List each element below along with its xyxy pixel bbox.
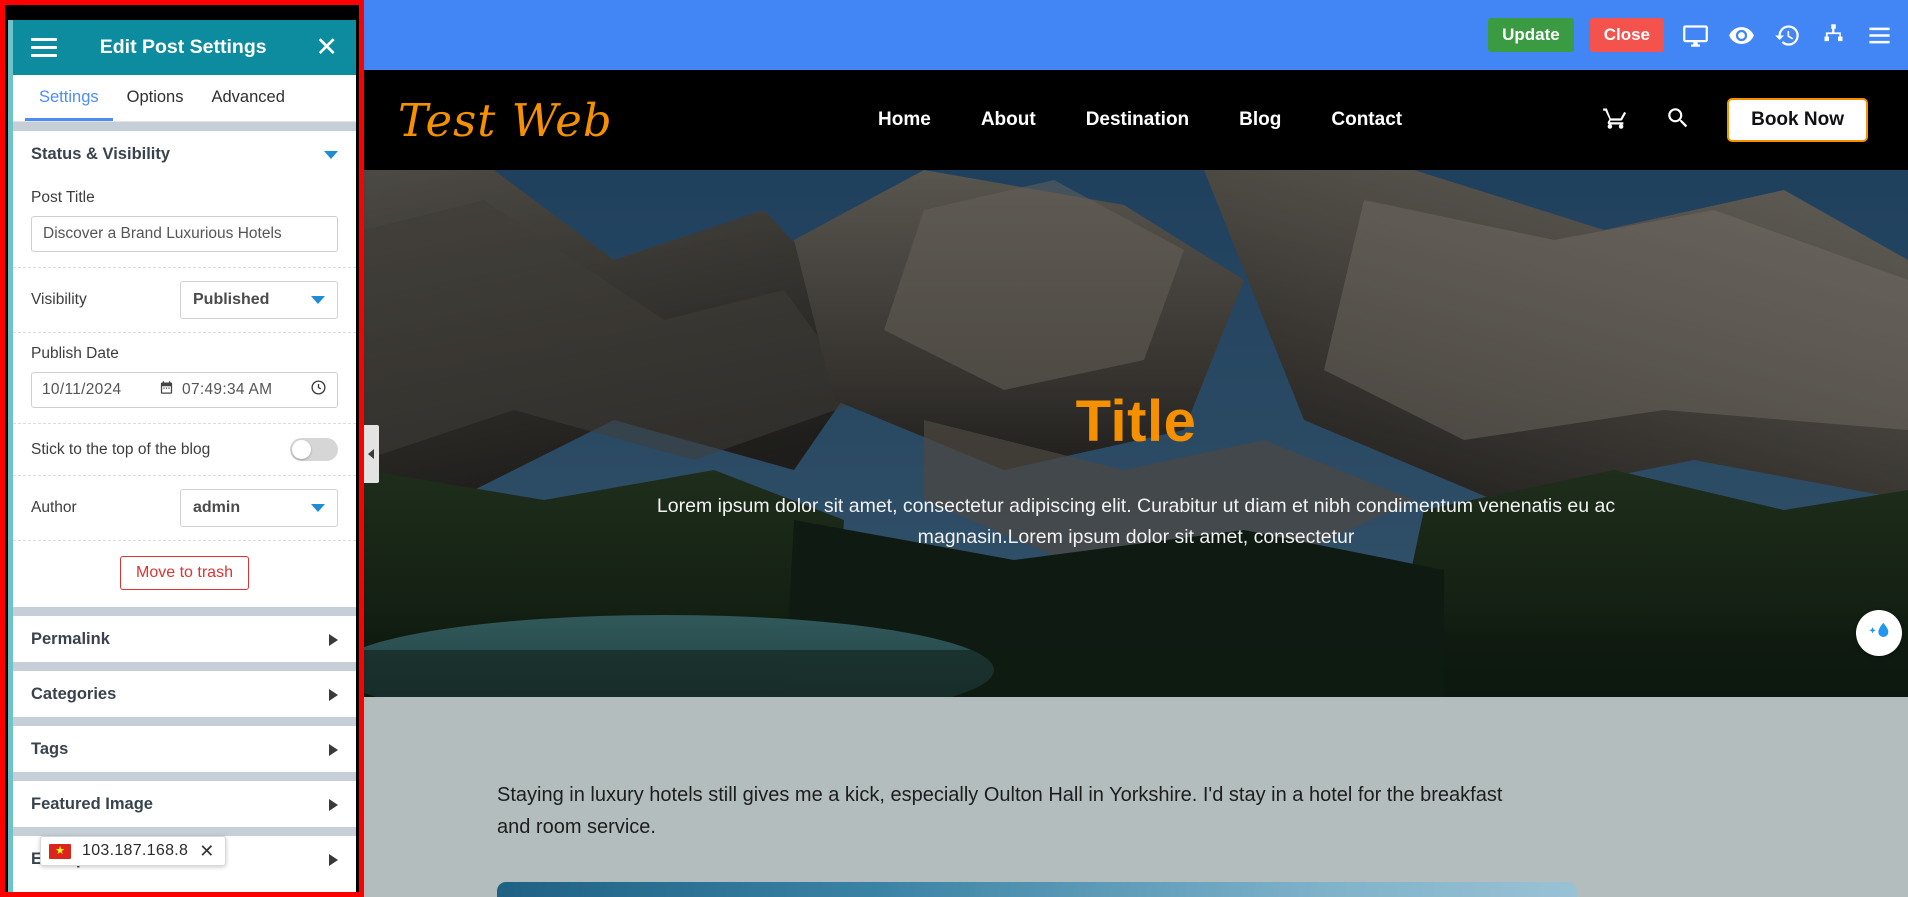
eye-icon[interactable] (1726, 20, 1756, 50)
desktop-icon[interactable] (1680, 20, 1710, 50)
section-categories[interactable]: Categories (13, 662, 356, 717)
site-navigation: Test Web Home About Destination Blog Con… (364, 70, 1908, 170)
chevron-left-icon (367, 449, 374, 459)
post-paragraph: Staying in luxury hotels still gives me … (497, 784, 1503, 839)
sitemap-icon[interactable] (1818, 20, 1848, 50)
section-title: Tags (31, 740, 69, 758)
close-button[interactable]: Close (1589, 18, 1664, 52)
visibility-value: Published (193, 291, 270, 308)
publish-date-label: Publish Date (31, 345, 119, 362)
publish-date-input[interactable]: 10/11/2024 07:49:34 AM (31, 372, 338, 408)
chevron-down-icon (311, 504, 325, 512)
clock-icon[interactable] (310, 379, 327, 401)
publish-date-value: 10/11/2024 (42, 381, 122, 398)
update-button[interactable]: Update (1488, 18, 1574, 52)
sticky-post-field: Stick to the top of the blog (13, 424, 356, 476)
section-permalink[interactable]: Permalink (13, 607, 356, 662)
tab-options[interactable]: Options (113, 75, 198, 121)
nav-actions: Book Now (1602, 98, 1868, 142)
panel-title: Edit Post Settings (99, 36, 267, 58)
site-logo[interactable]: Test Web (398, 94, 613, 147)
author-value: admin (193, 499, 241, 516)
move-to-trash-button[interactable]: Move to trash (120, 556, 249, 590)
tab-settings[interactable]: Settings (25, 75, 113, 121)
nav-item-contact[interactable]: Contact (1331, 109, 1402, 131)
hero-content: Title Lorem ipsum dolor sit amet, consec… (364, 170, 1908, 554)
section-title: Status & Visibility (31, 145, 171, 163)
visibility-field: Visibility Published (13, 268, 356, 333)
section-title: Featured Image (31, 795, 153, 813)
panel-collapse-handle[interactable] (362, 425, 379, 483)
chevron-down-icon (324, 150, 338, 159)
section-status-visibility[interactable]: Status & Visibility (13, 122, 356, 177)
nav-item-home[interactable]: Home (878, 109, 931, 131)
move-to-trash-row: Move to trash (13, 541, 356, 607)
search-icon[interactable] (1665, 105, 1691, 136)
nav-links: Home About Destination Blog Contact (878, 109, 1402, 131)
website-preview: Update Close Test Web Home About Destina… (364, 0, 1908, 897)
hamburger-menu-icon[interactable] (1864, 20, 1894, 50)
hero-section: Title Lorem ipsum dolor sit amet, consec… (364, 170, 1908, 697)
revision-history-icon[interactable] (1772, 20, 1802, 50)
post-title-input[interactable] (31, 216, 338, 252)
post-title-field: Post Title (13, 177, 356, 268)
chevron-right-icon (329, 853, 338, 866)
section-featured-image[interactable]: Featured Image (13, 772, 356, 827)
section-tags[interactable]: Tags (13, 717, 356, 772)
post-image-placeholder (497, 881, 1577, 897)
ip-address-text: 103.187.168.8 (82, 842, 189, 859)
post-title-label: Post Title (31, 189, 95, 206)
hero-title: Title (1075, 389, 1197, 454)
visibility-label: Visibility (31, 291, 87, 308)
book-now-button[interactable]: Book Now (1727, 98, 1868, 142)
publish-time-value: 07:49:34 AM (182, 381, 273, 398)
post-content: Staying in luxury hotels still gives me … (364, 697, 1908, 897)
chevron-down-icon (311, 296, 325, 304)
tab-advanced[interactable]: Advanced (198, 75, 299, 121)
calendar-icon[interactable] (159, 380, 174, 400)
visibility-select[interactable]: Published (180, 281, 338, 319)
author-select[interactable]: admin (180, 489, 338, 527)
ip-address-tooltip: ★ 103.187.168.8 ✕ (40, 836, 227, 866)
vietnam-flag-icon: ★ (49, 843, 71, 859)
panel-header: Edit Post Settings ✕ (13, 20, 356, 75)
nav-item-destination[interactable]: Destination (1086, 109, 1189, 131)
sticky-post-label: Stick to the top of the blog (31, 440, 211, 458)
hero-subtitle: Lorem ipsum dolor sit amet, consectetur … (656, 494, 1616, 549)
section-title: Permalink (31, 630, 110, 648)
shopping-cart-icon[interactable] (1602, 104, 1629, 136)
panel-tabs: Settings Options Advanced (13, 75, 356, 122)
close-icon[interactable]: ✕ (199, 842, 214, 860)
nav-item-blog[interactable]: Blog (1239, 109, 1281, 131)
publish-date-field: Publish Date 10/11/2024 07:49:34 AM (13, 333, 356, 424)
author-field: Author admin (13, 476, 356, 541)
panel-body[interactable]: Status & Visibility Post Title Visibilit… (13, 122, 356, 897)
chevron-right-icon (329, 633, 338, 646)
chevron-right-icon (329, 798, 338, 811)
water-drop-icon[interactable] (1856, 610, 1902, 656)
screen-root: Update Close Test Web Home About Destina… (0, 0, 1908, 897)
section-title: Categories (31, 685, 117, 703)
chevron-right-icon (329, 743, 338, 756)
nav-item-about[interactable]: About (981, 109, 1036, 131)
admin-toolbar: Update Close (364, 0, 1908, 70)
edit-post-settings-panel: Edit Post Settings ✕ Settings Options Ad… (8, 20, 356, 897)
sticky-post-toggle[interactable] (290, 438, 338, 461)
author-label: Author (31, 499, 77, 516)
chevron-right-icon (329, 688, 338, 701)
close-icon[interactable]: ✕ (315, 34, 338, 61)
